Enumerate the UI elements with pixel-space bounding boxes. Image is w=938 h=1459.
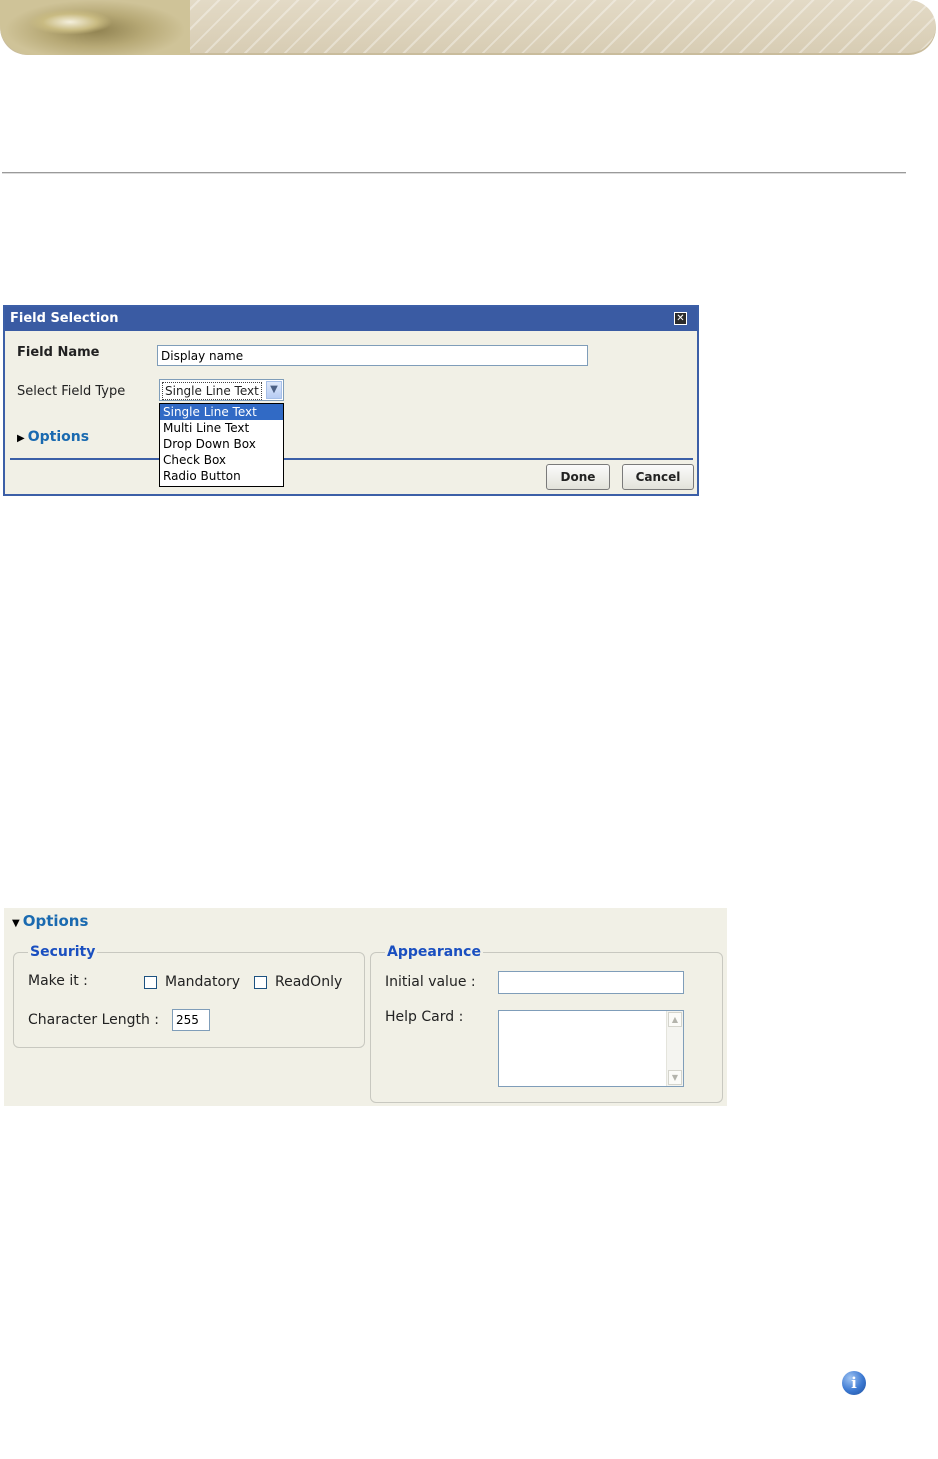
banner-image [0, 0, 190, 55]
make-it-label: Make it : [28, 973, 88, 989]
close-icon: ✕ [675, 313, 686, 324]
appearance-fieldset: Appearance Initial value : Help Card : ▲… [370, 944, 723, 1103]
dialog-titlebar: Field Selection ✕ [5, 307, 697, 331]
mandatory-label: Mandatory [165, 974, 241, 990]
initial-value-input[interactable] [498, 971, 684, 994]
cancel-button[interactable]: Cancel [622, 464, 694, 490]
character-length-input[interactable] [172, 1009, 210, 1031]
options-toggle[interactable]: ▶ Options [17, 429, 89, 445]
appearance-legend: Appearance [385, 944, 483, 960]
security-fieldset: Security Make it : Mandatory ReadOnly Ch… [13, 944, 365, 1048]
field-name-input[interactable] [157, 345, 588, 366]
scroll-down-icon[interactable]: ▼ [668, 1070, 682, 1085]
help-card-textarea[interactable]: ▲ ▼ [498, 1010, 684, 1087]
dialog-title: Field Selection [10, 311, 119, 326]
header-banner [0, 0, 936, 55]
dropdown-option[interactable]: Radio Button [160, 468, 283, 484]
help-card-scrollbar[interactable]: ▲ ▼ [666, 1011, 683, 1086]
dropdown-option[interactable]: Check Box [160, 452, 283, 468]
chevron-down-icon[interactable]: ▼ [266, 381, 282, 399]
horizontal-rule [2, 172, 906, 174]
close-button[interactable]: ✕ [674, 312, 687, 325]
dropdown-option[interactable]: Single Line Text [160, 404, 283, 420]
caret-down-icon: ▼ [12, 918, 20, 929]
field-type-label: Select Field Type [17, 384, 126, 399]
field-selection-dialog: Field Selection ✕ Field Name Select Fiel… [3, 305, 699, 496]
field-type-select[interactable]: Single Line Text ▼ [159, 379, 284, 401]
initial-value-label: Initial value : [385, 974, 476, 990]
help-card-label: Help Card : [385, 1009, 464, 1025]
options-panel: ▼ Options Security Make it : Mandatory Re… [4, 908, 727, 1106]
readonly-label: ReadOnly [275, 974, 343, 990]
dropdown-option[interactable]: Drop Down Box [160, 436, 283, 452]
info-icon: i [842, 1371, 866, 1395]
options-toggle-label: Options [27, 429, 90, 445]
security-legend: Security [28, 944, 98, 960]
dropdown-option[interactable]: Multi Line Text [160, 420, 283, 436]
dialog-separator [10, 458, 693, 460]
field-type-dropdown: Single Line Text Multi Line Text Drop Do… [159, 403, 284, 487]
character-length-label: Character Length : [28, 1012, 160, 1028]
done-button[interactable]: Done [546, 464, 610, 490]
mandatory-checkbox[interactable] [144, 976, 157, 989]
caret-right-icon: ▶ [17, 433, 25, 444]
scroll-up-icon[interactable]: ▲ [668, 1012, 682, 1027]
options-header[interactable]: ▼ Options [12, 912, 88, 930]
readonly-checkbox[interactable] [254, 976, 267, 989]
field-name-label: Field Name [17, 345, 100, 360]
field-type-selected: Single Line Text [162, 382, 262, 400]
options-header-label: Options [22, 912, 89, 930]
